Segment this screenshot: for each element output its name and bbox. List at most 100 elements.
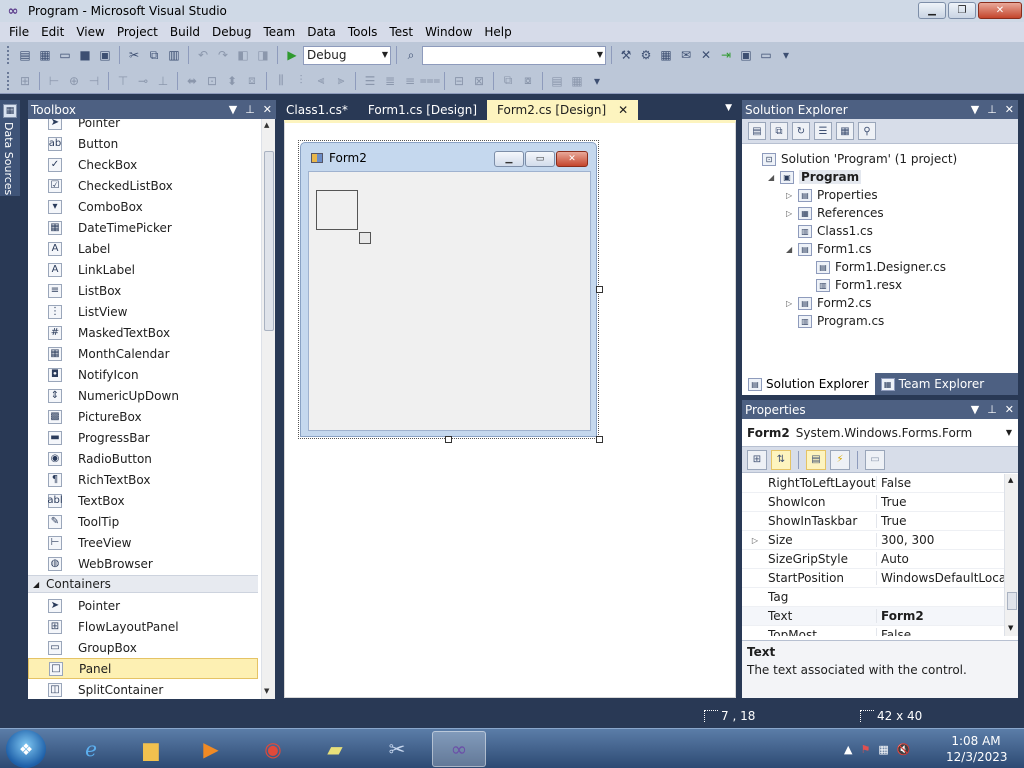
solution-node[interactable]: ◢ ▣ Program — [768, 168, 862, 186]
property-row-tag[interactable]: Tag — [742, 588, 1004, 607]
properties-window-icon[interactable]: ⚙ — [637, 46, 655, 64]
document-tab-2[interactable]: Form2.cs [Design] ✕ — [487, 100, 639, 120]
property-row-righttoleftlayout[interactable]: RightToLeftLayout False — [742, 474, 1004, 493]
bring-to-front-icon[interactable]: ⧉ — [499, 72, 517, 90]
menu-item-build[interactable]: Build — [164, 22, 206, 42]
tab-order-icon[interactable]: ▤ — [548, 72, 566, 90]
menu-item-debug[interactable]: Debug — [206, 22, 257, 42]
file-explorer-icon[interactable]: ▆ — [124, 731, 178, 767]
toolbox-item-web-browser[interactable]: ◍ WebBrowser — [28, 553, 258, 574]
tab-solution-explorer[interactable]: ▤ Solution Explorer — [742, 373, 875, 395]
command-window-icon[interactable]: ▭ — [757, 46, 775, 64]
expander-icon[interactable]: ▷ — [742, 536, 768, 545]
resize-handle-bottom[interactable] — [445, 436, 452, 443]
toolbox-item-tool-tip[interactable]: ✎ ToolTip — [28, 511, 258, 532]
property-value[interactable]: False — [876, 476, 1004, 490]
size-to-grid-icon[interactable]: ⊡ — [203, 72, 221, 90]
scrollbar-thumb[interactable] — [264, 151, 274, 331]
window-position-icon[interactable]: ▼ — [971, 400, 979, 419]
open-file-icon[interactable]: ▭ — [56, 46, 74, 64]
show-hidden-icons-icon[interactable]: ▲ — [844, 743, 852, 756]
toolbox-item-list-box[interactable]: ≡ ListBox — [28, 280, 258, 301]
property-row-sizegripstyle[interactable]: SizeGripStyle Auto — [742, 550, 1004, 569]
tools-icon[interactable]: ✕ — [697, 46, 715, 64]
toolbox-item-panel[interactable]: □ Panel — [28, 658, 258, 679]
redo-icon[interactable]: ↷ — [214, 46, 232, 64]
find-combo[interactable]: ▼ — [422, 45, 606, 65]
solution-node[interactable]: ▤ Form1.Designer.cs — [804, 258, 946, 276]
categorized-icon[interactable]: ⊞ — [747, 449, 767, 470]
align-middles-icon[interactable]: ⊸ — [134, 72, 152, 90]
property-value[interactable]: WindowsDefaultLocati — [876, 571, 1004, 585]
new-project-icon[interactable]: ▤ — [16, 46, 34, 64]
menu-item-test[interactable]: Test — [383, 22, 419, 42]
center-vertically-icon[interactable]: ⊠ — [470, 72, 488, 90]
expander-icon[interactable]: ◢ — [786, 245, 798, 254]
expander-icon[interactable]: ◢ — [768, 173, 780, 182]
toolbar-options-icon[interactable]: ▾ — [777, 46, 795, 64]
view-code-icon[interactable]: ☰ — [814, 122, 832, 140]
toolbar-grip[interactable] — [7, 71, 11, 90]
visual-studio-taskbar-icon[interactable]: ∞ — [432, 731, 486, 767]
window-position-icon[interactable]: ▼ — [229, 100, 237, 119]
events-icon[interactable]: ⚡ — [830, 449, 850, 470]
make-same-size-icon[interactable]: ⧈ — [243, 72, 261, 90]
refresh-icon[interactable]: ↻ — [792, 122, 810, 140]
property-value[interactable]: True — [876, 514, 1004, 528]
send-to-back-icon[interactable]: ⧇ — [519, 72, 537, 90]
media-player-icon[interactable]: ▶ — [184, 731, 238, 767]
view-class-diagram-icon[interactable]: ⚲ — [858, 122, 876, 140]
toolbox-item-date-time-picker[interactable]: ▦ DateTimePicker — [28, 217, 258, 238]
menu-item-project[interactable]: Project — [111, 22, 164, 42]
solution-node[interactable]: ▷ ▤ Form2.cs — [786, 294, 872, 312]
solution-node[interactable]: ▥ Program.cs — [786, 312, 884, 330]
solution-node[interactable]: ◢ ▤ Form1.cs — [786, 240, 872, 258]
property-pages-icon[interactable]: ▭ — [865, 449, 885, 470]
toolbox-item-rich-text-box[interactable]: ¶ RichTextBox — [28, 469, 258, 490]
horizontal-spacing-remove-icon[interactable]: ⫸ — [332, 72, 350, 90]
align-centers-icon[interactable]: ⊕ — [65, 72, 83, 90]
save-icon[interactable]: ■ — [76, 46, 94, 64]
pin-icon[interactable]: ⊥ — [245, 100, 255, 119]
close-icon[interactable]: ✕ — [263, 100, 272, 119]
solution-node[interactable]: ▷ ▦ References — [786, 204, 884, 222]
property-value[interactable]: True — [876, 495, 1004, 509]
pin-icon[interactable]: ⊥ — [987, 400, 997, 419]
pin-icon[interactable]: ⊥ — [987, 100, 997, 119]
start-debugging-icon[interactable]: ▶ — [283, 46, 301, 64]
close-tab-icon[interactable]: ✕ — [618, 103, 628, 117]
toolbox-item-progress-bar[interactable]: ▬ ProgressBar — [28, 427, 258, 448]
toolbox-item-picture-box[interactable]: ▩ PictureBox — [28, 406, 258, 427]
property-value[interactable]: Auto — [876, 552, 1004, 566]
make-same-height-icon[interactable]: ⬍ — [223, 72, 241, 90]
toolbox-item-group-box[interactable]: ▭ GroupBox — [28, 637, 258, 658]
toolbox-item-pointer[interactable]: ➤ Pointer — [28, 119, 258, 133]
resize-handle-bottom-right[interactable] — [596, 436, 603, 443]
property-value[interactable]: Form2 — [876, 609, 1004, 623]
toolbox-item-numeric-up-down[interactable]: ⇕ NumericUpDown — [28, 385, 258, 406]
extension-manager-icon[interactable]: ▣ — [737, 46, 755, 64]
chrome-icon[interactable]: ◉ — [246, 731, 300, 767]
toolbox-item-list-view[interactable]: ⋮ ListView — [28, 301, 258, 322]
action-center-icon[interactable]: ⚑ — [860, 743, 870, 756]
toolbar-options-icon[interactable]: ▾ — [588, 72, 606, 90]
properties-scrollbar[interactable]: ▲ ▼ — [1004, 474, 1018, 636]
toolbox-item-month-calendar[interactable]: ▦ MonthCalendar — [28, 343, 258, 364]
form2-client-area[interactable] — [308, 171, 591, 431]
document-tab-0[interactable]: Class1.cs* — [276, 100, 358, 120]
toolbox-icon[interactable]: ✉ — [677, 46, 695, 64]
property-value[interactable]: False — [876, 628, 1004, 636]
undo-icon[interactable]: ↶ — [194, 46, 212, 64]
scroll-up-icon[interactable]: ▲ — [264, 121, 269, 129]
window-position-icon[interactable]: ▼ — [971, 100, 979, 119]
toolbox-item-checked-list-box[interactable]: ☑ CheckedListBox — [28, 175, 258, 196]
solution-node[interactable]: ▥ Form1.resx — [804, 276, 902, 294]
scroll-down-icon[interactable]: ▼ — [1008, 624, 1013, 632]
property-row-showicon[interactable]: ShowIcon True — [742, 493, 1004, 512]
navigate-back-icon[interactable]: ◧ — [234, 46, 252, 64]
vertical-spacing-remove-icon[interactable]: ⩶ — [420, 72, 441, 90]
scroll-up-icon[interactable]: ▲ — [1008, 476, 1013, 484]
lock-controls-icon[interactable]: ▦ — [568, 72, 586, 90]
property-row-topmost[interactable]: TopMost False — [742, 626, 1004, 636]
toolbox-item-flow-layout-panel[interactable]: ⊞ FlowLayoutPanel — [28, 616, 258, 637]
